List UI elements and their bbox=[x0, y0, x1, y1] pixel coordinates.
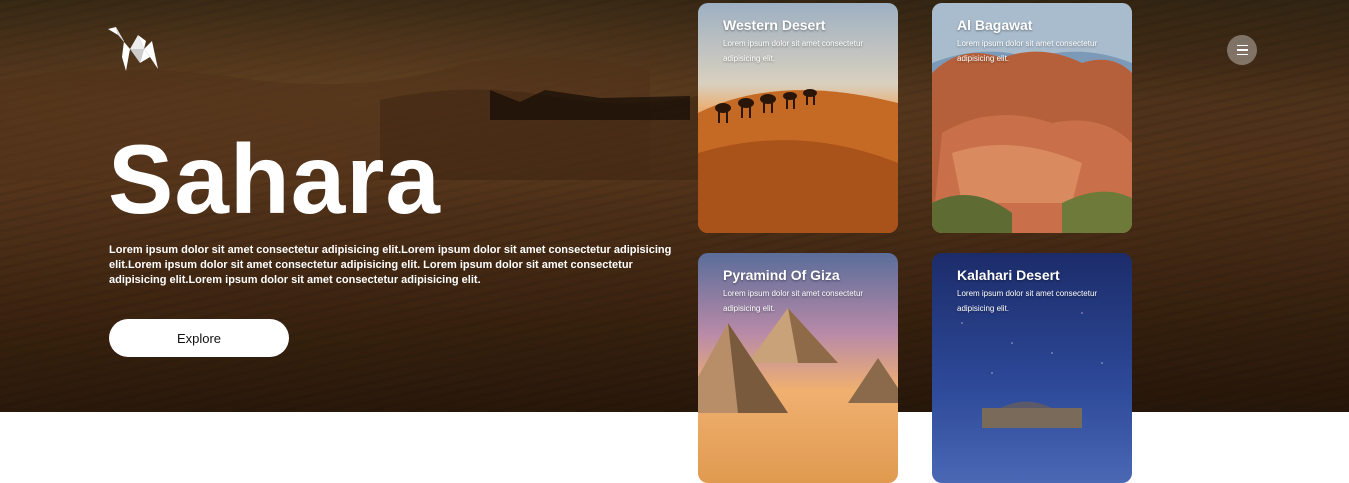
hero-description: Lorem ipsum dolor sit amet consectetur a… bbox=[109, 244, 672, 286]
card-title: Pyramind Of Giza bbox=[723, 267, 840, 283]
card-title: Al Bagawat bbox=[957, 17, 1033, 33]
origami-camel-icon bbox=[108, 27, 158, 71]
hamburger-menu-icon bbox=[1236, 43, 1248, 57]
card-description: Lorem ipsum dolor sit amet consectetur a… bbox=[723, 39, 864, 63]
card-description: Lorem ipsum dolor sit amet consectetur a… bbox=[723, 289, 864, 313]
card-kalahari-desert[interactable]: Kalahari Desert Lorem ipsum dolor sit am… bbox=[932, 253, 1132, 483]
card-description: Lorem ipsum dolor sit amet consectetur a… bbox=[957, 39, 1098, 63]
card-title: Western Desert bbox=[723, 17, 826, 33]
card-pyramid-of-giza[interactable]: Pyramind Of Giza Lorem ipsum dolor sit a… bbox=[698, 253, 898, 483]
logo[interactable] bbox=[108, 27, 160, 73]
card-title: Kalahari Desert bbox=[957, 267, 1060, 283]
menu-button[interactable] bbox=[1227, 35, 1257, 65]
card-western-desert[interactable]: Western Desert Lorem ipsum dolor sit ame… bbox=[698, 3, 898, 233]
card-al-bagawat[interactable]: Al Bagawat Lorem ipsum dolor sit amet co… bbox=[932, 3, 1132, 233]
explore-button[interactable]: Explore bbox=[109, 319, 289, 357]
card-description: Lorem ipsum dolor sit amet consectetur a… bbox=[957, 289, 1098, 313]
page-title: Sahara bbox=[108, 124, 441, 234]
